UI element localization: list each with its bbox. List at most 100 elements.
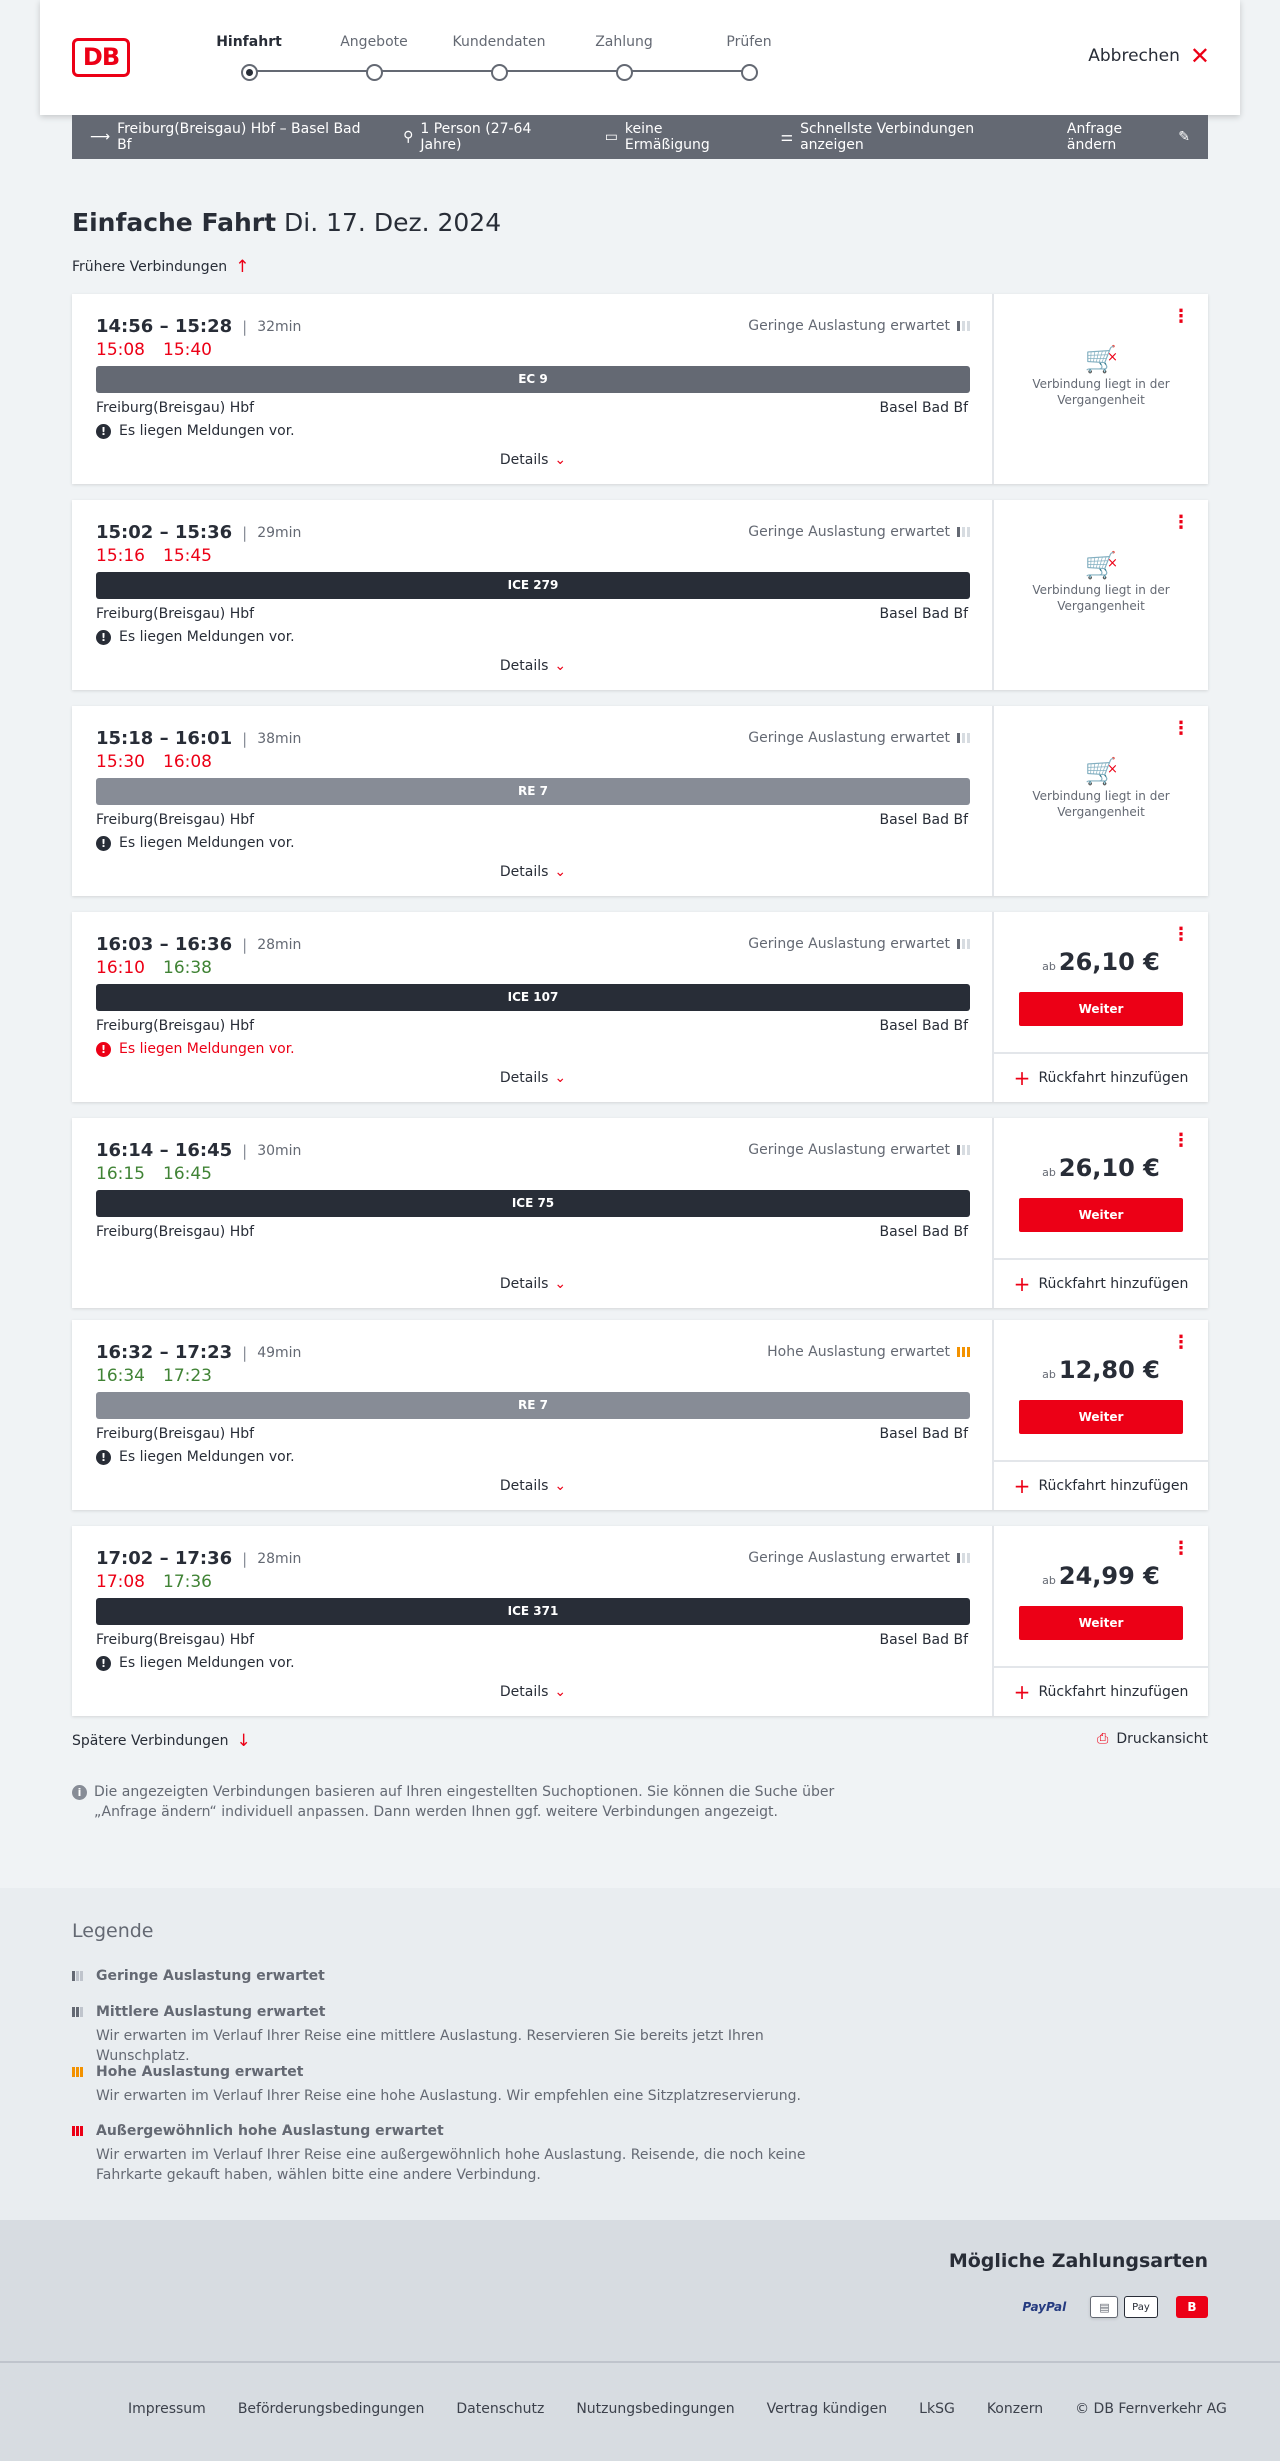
connection-card[interactable]: 16:14 – 16:45 | 30min 16:15 16:45 Geringe Aus…: [72, 1118, 1208, 1308]
plus-icon: +: [1013, 1272, 1031, 1296]
occupancy-bar: [76, 2067, 79, 2077]
duration: 38min: [257, 730, 302, 747]
add-return-button[interactable]: + Rückfahrt hinzufügen: [994, 1258, 1208, 1308]
legend-item-description: Wir erwarten im Verlauf Ihrer Reise eine…: [96, 2147, 806, 2183]
train-bar[interactable]: ICE 279: [96, 572, 970, 599]
printer-icon: ⎙: [1097, 1731, 1109, 1747]
add-return-label: Rückfahrt hinzufügen: [1038, 1684, 1189, 1700]
details-toggle[interactable]: Details ⌄: [72, 864, 994, 880]
offer-panel: ⋮ ab 24,99 € Weiter + Rückfahrt hinzufügen: [994, 1526, 1208, 1716]
weiter-button[interactable]: Weiter: [1019, 1198, 1183, 1232]
train-bar[interactable]: ICE 107: [96, 984, 970, 1011]
earlier-label: Frühere Verbindungen: [72, 259, 228, 275]
destination-station: Basel Bad Bf: [879, 400, 968, 416]
details-toggle[interactable]: Details ⌄: [72, 658, 994, 674]
weiter-button[interactable]: Weiter: [1019, 1400, 1183, 1434]
train-bar[interactable]: ICE 75: [96, 1190, 970, 1217]
legend-item-heading: Hohe Auslastung erwartet: [72, 2064, 856, 2080]
train-bar[interactable]: EC 9: [96, 366, 970, 393]
search-summary-bar: ⟶ Freiburg(Breisgau) Hbf – Basel Bad Bf ⚲…: [72, 115, 1208, 159]
duration: 32min: [257, 318, 302, 335]
occupancy-info: Geringe Auslastung erwartet: [748, 1142, 970, 1158]
more-options-icon[interactable]: ⋮: [1172, 306, 1190, 327]
origin-station: Freiburg(Breisgau) Hbf: [96, 606, 255, 622]
footer-link-datenschutz[interactable]: Datenschutz: [456, 2401, 544, 2417]
more-options-icon[interactable]: ⋮: [1172, 1130, 1190, 1151]
connection-card[interactable]: 15:18 – 16:01 | 38min 15:30 16:08 Geringe Aus…: [72, 706, 1208, 896]
train-bar[interactable]: RE 7: [96, 778, 970, 805]
connection-info: 15:18 – 16:01 | 38min 15:30 16:08 Geringe Aus…: [72, 706, 994, 896]
more-options-icon[interactable]: ⋮: [1172, 718, 1190, 739]
more-options-icon[interactable]: ⋮: [1172, 1332, 1190, 1353]
connection-card[interactable]: 14:56 – 15:28 | 32min 15:08 15:40 Geringe Aus…: [72, 294, 1208, 484]
details-toggle[interactable]: Details ⌄: [72, 1478, 994, 1494]
occupancy-text: Geringe Auslastung erwartet: [748, 936, 950, 952]
realtime-arrival: 17:36: [163, 1572, 212, 1592]
alert-icon: !: [96, 423, 111, 439]
separator: |: [242, 317, 248, 336]
occupancy-text: Geringe Auslastung erwartet: [748, 524, 950, 540]
past-connection-text: Verbindung liegt in der Vergangenheit: [1032, 789, 1170, 819]
destination-station: Basel Bad Bf: [879, 1632, 968, 1648]
duration: 49min: [257, 1344, 302, 1361]
realtime-times: 16:10 16:38: [96, 958, 212, 978]
past-connection-text: Verbindung liegt in der Vergangenheit: [1032, 583, 1170, 613]
connection-card[interactable]: 16:32 – 17:23 | 49min 16:34 17:23 Hohe Auslas…: [72, 1320, 1208, 1510]
payment-methods: PayPal ☝ ▤ Pay B: [1018, 2296, 1208, 2318]
connection-times: 16:03 – 16:36 | 28min: [96, 934, 301, 955]
price-prefix: ab: [1042, 1574, 1056, 1587]
occupancy-bar: [80, 2126, 83, 2136]
earlier-connections-link[interactable]: Frühere Verbindungen ↑: [72, 257, 249, 277]
footer-link-befoerderungsbedingungen[interactable]: Beförderungsbedingungen: [238, 2401, 425, 2417]
occupancy-info: Geringe Auslastung erwartet: [748, 936, 970, 952]
connection-times: 14:56 – 15:28 | 32min: [96, 316, 301, 337]
footer-link-nutzungsbedingungen[interactable]: Nutzungsbedingungen: [576, 2401, 734, 2417]
past-connection-notice: 🛒 Verbindung liegt in der Vergangenheit: [994, 759, 1208, 820]
plus-icon: +: [1013, 1066, 1031, 1090]
more-options-icon[interactable]: ⋮: [1172, 1538, 1190, 1559]
footer-link-lksg[interactable]: LkSG: [919, 2401, 955, 2417]
db-logo[interactable]: DB: [72, 38, 130, 77]
more-options-icon[interactable]: ⋮: [1172, 512, 1190, 533]
change-request-button[interactable]: Anfrage ändern ✎: [1067, 121, 1190, 153]
duration: 29min: [257, 524, 302, 541]
price: ab 12,80 €: [994, 1356, 1208, 1384]
weiter-button[interactable]: Weiter: [1019, 992, 1183, 1026]
weiter-button[interactable]: Weiter: [1019, 1606, 1183, 1640]
add-return-label: Rückfahrt hinzufügen: [1038, 1070, 1189, 1086]
origin-station: Freiburg(Breisgau) Hbf: [96, 1018, 255, 1034]
footer-link-impressum[interactable]: Impressum: [128, 2401, 206, 2417]
later-connections-link[interactable]: Spätere Verbindungen ↓: [72, 1731, 251, 1751]
footer-link-vertrag-kuendigen[interactable]: Vertrag kündigen: [767, 2401, 888, 2417]
connection-card[interactable]: 16:03 – 16:36 | 28min 16:10 16:38 Geringe Aus…: [72, 912, 1208, 1102]
connection-card[interactable]: 17:02 – 17:36 | 28min 17:08 17:36 Geringe Aus…: [72, 1526, 1208, 1716]
print-view-link[interactable]: ⎙ Druckansicht: [1097, 1731, 1208, 1747]
train-bar[interactable]: RE 7: [96, 1392, 970, 1419]
offer-panel: ⋮ 🛒 Verbindung liegt in der Vergangenheit: [994, 500, 1208, 690]
details-toggle[interactable]: Details ⌄: [72, 1684, 994, 1700]
print-label: Druckansicht: [1116, 1731, 1208, 1747]
details-toggle[interactable]: Details ⌄: [72, 1070, 994, 1086]
add-return-button[interactable]: + Rückfahrt hinzufügen: [994, 1460, 1208, 1510]
step-kundendaten: Kundendaten: [439, 34, 559, 81]
chevron-down-icon: ⌄: [554, 864, 567, 880]
occupancy-bar: [72, 2007, 75, 2017]
step-pruefen: Prüfen: [689, 34, 809, 81]
paypal-icon: PayPal: [1022, 2300, 1067, 2314]
more-options-icon[interactable]: ⋮: [1172, 924, 1190, 945]
connection-card[interactable]: 15:02 – 15:36 | 29min 15:16 15:45 Geringe Aus…: [72, 500, 1208, 690]
add-return-button[interactable]: + Rückfahrt hinzufügen: [994, 1666, 1208, 1716]
cancel-button[interactable]: Abbrechen ✕: [1088, 44, 1210, 68]
legend-item-heading: Geringe Auslastung erwartet: [72, 1968, 325, 1984]
realtime-arrival: 15:45: [163, 546, 212, 566]
occupancy-text: Geringe Auslastung erwartet: [748, 318, 950, 334]
details-toggle[interactable]: Details ⌄: [72, 1276, 994, 1292]
separator: |: [242, 1141, 248, 1160]
add-return-button[interactable]: + Rückfahrt hinzufügen: [994, 1052, 1208, 1102]
connection-times: 16:14 – 16:45 | 30min: [96, 1140, 301, 1161]
details-toggle[interactable]: Details ⌄: [72, 452, 994, 468]
train-bar[interactable]: ICE 371: [96, 1598, 970, 1625]
occupancy-bar: [76, 1971, 79, 1981]
footer-link-konzern[interactable]: Konzern: [987, 2401, 1043, 2417]
realtime-departure: 17:08: [96, 1572, 145, 1592]
